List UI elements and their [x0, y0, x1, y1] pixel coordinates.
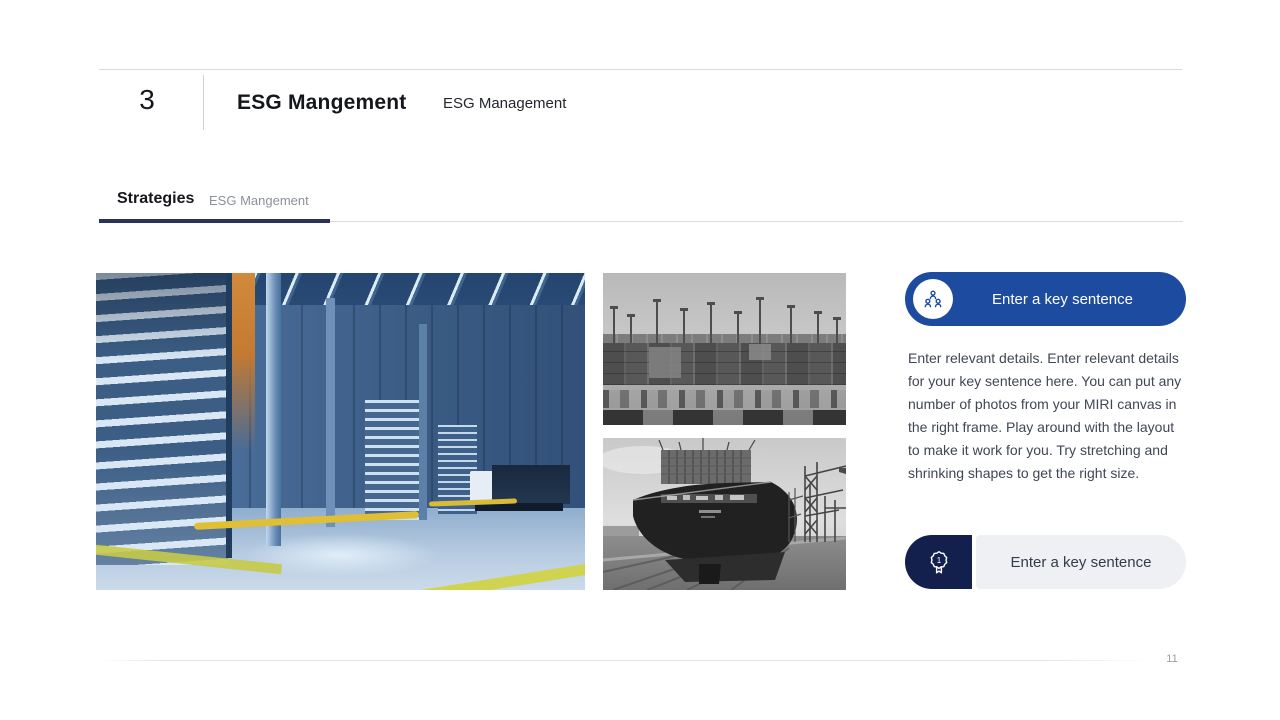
tab-strategies[interactable]: Strategies — [117, 190, 194, 208]
warehouse-shutter-door-mid — [365, 400, 424, 520]
key-sentence-label-primary: Enter a key sentence — [953, 291, 1186, 308]
award-ribbon-icon: 1 — [926, 549, 952, 575]
key-sentence-button-secondary[interactable]: Enter a key sentence 1 — [905, 535, 1186, 589]
container-yard-photo — [603, 273, 846, 425]
header-vertical-divider — [203, 75, 204, 130]
tab-rule-line — [330, 221, 1183, 222]
warehouse-pipe-column — [266, 273, 281, 546]
key-sentence-pill: Enter a key sentence — [976, 535, 1186, 589]
warehouse-door-frame — [226, 273, 232, 558]
key-sentence-label-secondary: Enter a key sentence — [1011, 554, 1152, 571]
section-number: 3 — [118, 84, 176, 116]
ship-illustration — [603, 438, 846, 590]
tab-active-underline — [99, 219, 330, 223]
svg-text:1: 1 — [936, 556, 941, 565]
tab-strategies-sublabel: ESG Mangement — [209, 193, 309, 208]
warehouse-door-shading — [96, 273, 228, 565]
warehouse-photo — [96, 273, 585, 590]
page-title: ESG Mangement — [237, 91, 406, 115]
key-sentence-button-primary[interactable]: Enter a key sentence — [905, 272, 1186, 326]
slide-canvas: 3 ESG Mangement ESG Management Strategie… — [0, 0, 1280, 720]
icon-block: 1 — [905, 535, 972, 589]
icon-circle — [913, 279, 953, 319]
org-group-icon — [922, 288, 944, 310]
footer-divider-line — [99, 660, 1150, 661]
light-poles — [603, 273, 846, 425]
details-placeholder-text[interactable]: Enter relevant details. Enter relevant d… — [908, 347, 1188, 485]
warehouse-pillar — [326, 298, 335, 526]
header-divider-line — [99, 69, 1182, 70]
warehouse-pillar — [419, 324, 427, 521]
page-number: 11 — [1158, 653, 1186, 665]
container-ship-photo — [603, 438, 846, 590]
page-subtitle: ESG Management — [443, 95, 566, 112]
